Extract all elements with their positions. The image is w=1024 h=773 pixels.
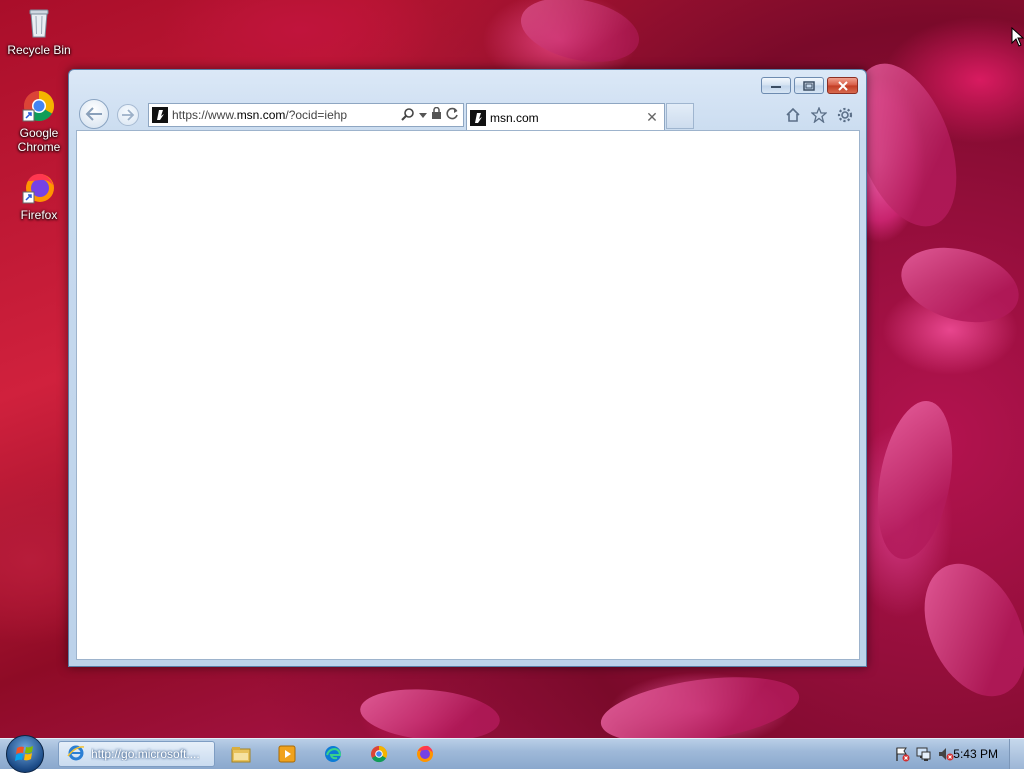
system-tray [894, 746, 954, 762]
desktop-icon-label: Google Chrome [17, 126, 61, 154]
desktop-icon-recycle-bin[interactable]: Recycle Bin [1, 6, 77, 57]
address-tools [401, 106, 459, 124]
action-center-flag-icon[interactable] [894, 746, 910, 762]
taskbar: http://go.microsoft.... 5:43 PM [0, 735, 1024, 773]
address-bar[interactable]: https://www.msn.com/?ocid=iehp [148, 103, 464, 127]
windows-logo-icon [15, 746, 33, 761]
desktop-icon-google-chrome[interactable]: Google Chrome [1, 89, 77, 154]
file-explorer-icon[interactable] [231, 744, 251, 764]
wallpaper-petal [866, 395, 964, 565]
tab-close-icon[interactable]: ✕ [644, 109, 660, 126]
wallpaper-petal [892, 235, 1024, 335]
tab-msn[interactable]: msn.com ✕ [466, 103, 665, 131]
url-domain: msn.com [236, 108, 286, 122]
volume-muted-icon[interactable] [938, 746, 954, 762]
wallpaper-petal [515, 0, 645, 72]
restore-button[interactable] [794, 77, 824, 94]
media-player-icon[interactable] [277, 744, 297, 764]
url-prefix: https://www. [172, 108, 237, 122]
settings-gear-icon[interactable] [836, 106, 854, 124]
minimize-button[interactable] [761, 77, 791, 94]
start-button[interactable] [6, 735, 44, 773]
wallpaper-petal [904, 547, 1024, 713]
firefox-icon [22, 171, 56, 205]
refresh-icon[interactable] [446, 107, 459, 123]
back-button[interactable] [79, 99, 109, 129]
chrome-icon [22, 89, 56, 123]
taskbar-button-label: http://go.microsoft.... [91, 747, 200, 761]
desktop-icon-firefox[interactable]: Firefox [1, 171, 77, 222]
taskbar-button-internet-explorer[interactable]: http://go.microsoft.... [58, 741, 215, 767]
chrome-icon[interactable] [369, 744, 389, 764]
caption-buttons [761, 77, 858, 94]
desktop-icon-label: Firefox [20, 208, 58, 222]
restore-icon [803, 80, 815, 91]
network-icon[interactable] [916, 746, 932, 762]
internet-explorer-icon [67, 744, 85, 765]
forward-button[interactable] [117, 104, 139, 126]
show-desktop-button[interactable] [1009, 739, 1024, 769]
lock-icon[interactable] [431, 106, 442, 123]
desktop-icon-label: Recycle Bin [7, 43, 71, 57]
chevron-down-icon[interactable] [419, 108, 427, 122]
minimize-icon [771, 85, 781, 88]
home-icon[interactable] [784, 106, 802, 124]
page-content-area[interactable] [76, 130, 860, 660]
tab-title: msn.com [490, 110, 539, 125]
firefox-icon[interactable] [415, 744, 435, 764]
search-icon[interactable] [401, 107, 415, 124]
browser-window: https://www.msn.com/?ocid=iehp msn.com ✕ [68, 69, 867, 667]
mouse-cursor-icon [1011, 27, 1024, 47]
url-text[interactable]: https://www.msn.com/?ocid=iehp [172, 108, 401, 122]
taskbar-clock[interactable]: 5:43 PM [953, 747, 998, 761]
msn-favicon [470, 109, 486, 126]
close-icon [837, 80, 848, 91]
command-icons [784, 106, 854, 124]
close-button[interactable] [827, 77, 858, 94]
edge-icon[interactable] [323, 744, 343, 764]
new-tab-button[interactable] [666, 103, 694, 129]
favorites-star-icon[interactable] [810, 106, 828, 124]
recycle-bin-icon [22, 6, 56, 40]
wallpaper-petal [358, 683, 502, 747]
back-arrow-icon [85, 107, 102, 121]
url-suffix: /?ocid=iehp [285, 108, 348, 122]
msn-favicon [152, 107, 168, 123]
forward-arrow-icon [122, 109, 135, 121]
